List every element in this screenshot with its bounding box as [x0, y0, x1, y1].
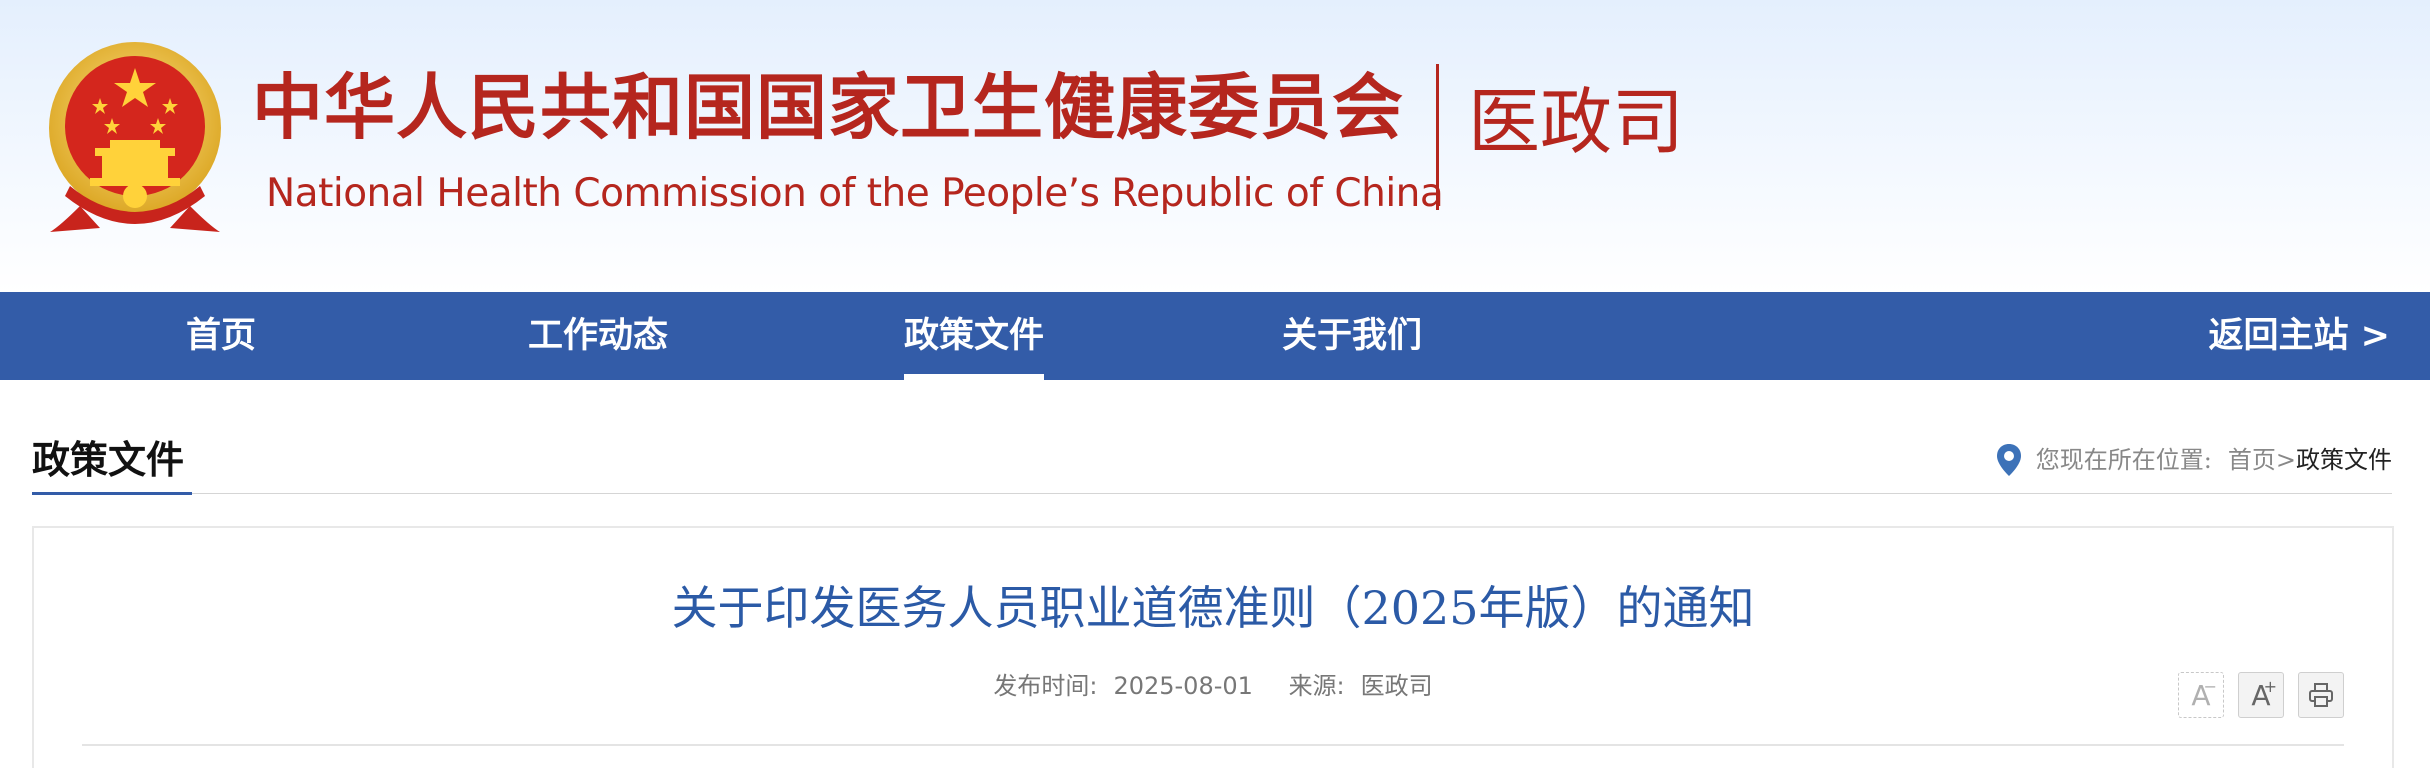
article-meta: 发布时间: 2025-08-01 来源: 医政司: [34, 666, 2392, 706]
article-tools: A − A +: [2178, 672, 2344, 718]
header-divider: [1436, 64, 1439, 210]
department-name: 医政司: [1468, 80, 1685, 164]
nav-item-about-us[interactable]: 关于我们: [1282, 292, 1422, 380]
back-to-main-site-link[interactable]: 返回主站 >: [2208, 292, 2390, 380]
section-title: 政策文件: [32, 438, 185, 482]
breadcrumb-separator: >: [2275, 446, 2296, 474]
decrease-font-mark: −: [2203, 677, 2217, 696]
source-label: 来源:: [1288, 672, 1345, 700]
breadcrumb-prefix: 您现在所在位置:: [2035, 446, 2212, 474]
source-value: 医政司: [1360, 672, 1433, 700]
section-divider: [32, 493, 2392, 494]
increase-font-mark: +: [2263, 677, 2277, 696]
site-title-en: National Health Commission of the People…: [266, 171, 1444, 216]
publish-label: 发布时间:: [993, 672, 1098, 700]
article-panel: 关于印发医务人员职业道德准则（2025年版）的通知 发布时间: 2025-08-0…: [32, 526, 2394, 768]
national-emblem-icon: [49, 42, 221, 232]
increase-font-button[interactable]: A +: [2238, 672, 2284, 718]
site-title-cn: 中华人民共和国国家卫生健康委员会: [252, 66, 1405, 149]
nav-item-home[interactable]: 首页: [186, 292, 256, 380]
decrease-font-button[interactable]: A −: [2178, 672, 2224, 718]
article-title: 关于印发医务人员职业道德准则（2025年版）的通知: [671, 581, 1755, 635]
site-header: 中华人民共和国国家卫生健康委员会 National Health Commiss…: [0, 0, 2430, 292]
publish-date: 2025-08-01: [1113, 672, 1253, 700]
print-button[interactable]: [2298, 672, 2344, 718]
breadcrumb-home-link[interactable]: 首页: [2228, 440, 2276, 480]
nav-item-policy-documents[interactable]: 政策文件: [904, 292, 1045, 380]
nav-item-work-news[interactable]: 工作动态: [528, 292, 668, 380]
section-title-underline: [32, 492, 192, 495]
breadcrumb: 您现在所在位置: 首页 > 政策文件: [1996, 440, 2392, 480]
main-nav: 首页 工作动态 政策文件 关于我们 返回主站 >: [0, 292, 2430, 380]
article-header-divider: [82, 744, 2344, 746]
breadcrumb-current: 政策文件: [2296, 446, 2392, 474]
printer-icon: [2309, 683, 2333, 707]
location-pin-icon: [1996, 444, 2021, 476]
